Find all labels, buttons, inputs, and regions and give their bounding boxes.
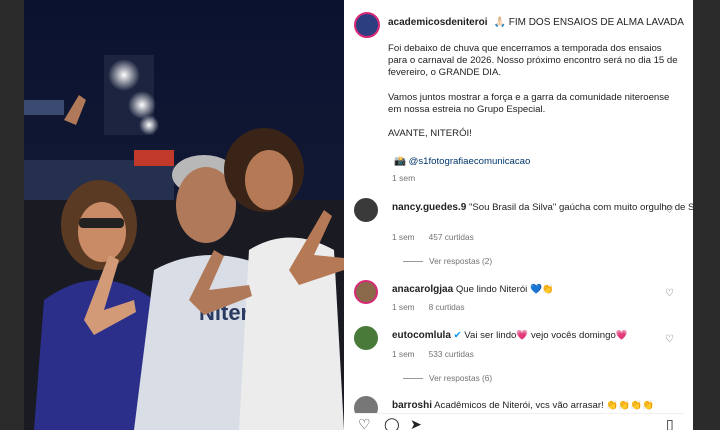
commenter-username[interactable]: nancy.guedes.9 [392, 202, 466, 213]
post-author-username[interactable]: academicosdeniteroi [388, 17, 487, 28]
comment-text: Vai ser lindo💗 vejo vocês domingo💗 [464, 330, 628, 341]
commenter-username[interactable]: eutocomlula [392, 330, 451, 341]
caption-paragraph: Foi debaixo de chuva que encerramos a te… [388, 43, 678, 79]
right-backdrop [693, 0, 720, 430]
commenter-avatar[interactable] [354, 326, 378, 350]
bookmark-icon[interactable]: ▯ [666, 416, 674, 430]
comment-time: 1 sem [392, 349, 415, 359]
comment-likes[interactable]: 8 curtidas [429, 302, 465, 312]
comment-text: Que lindo Niterói 💙👏 [455, 284, 554, 295]
comment-likes[interactable]: 457 curtidas [429, 232, 474, 242]
commenter-username[interactable]: barroshi [392, 400, 432, 411]
comment-meta: 1 sem 457 curtidas [392, 232, 488, 242]
view-replies-button[interactable]: Ver respostas (2) [403, 256, 492, 266]
photo-credit-link[interactable]: 📸 @s1fotografiaecomunicacao [394, 156, 530, 167]
caption-paragraph: AVANTE, NITERÓI! [388, 128, 472, 140]
comment-item: anacarolgjaa Que lindo Niterói 💙👏 1 sem 8… [354, 280, 684, 320]
post-timestamp: 1 sem [392, 173, 416, 183]
comment-time: 1 sem [392, 232, 415, 242]
left-backdrop [0, 0, 24, 430]
comment-meta: 1 sem 533 curtidas [392, 349, 488, 359]
share-icon[interactable]: ➤ [410, 416, 422, 430]
caption-header: academicosdeniteroi 🙏🏻 FIM DOS ENSAIOS DE… [388, 17, 684, 28]
commenter-avatar[interactable] [354, 280, 378, 304]
comment-body: barroshi Acadêmicos de Niterói, vcs vão … [392, 400, 654, 411]
comment-body: eutocomlula ✔ Vai ser lindo💗 vejo vocês … [392, 330, 628, 341]
view-replies-button[interactable]: Ver respostas (6) [403, 373, 492, 383]
comment-item: nancy.guedes.9 "Sou Brasil da Silva" gaú… [354, 198, 693, 270]
comment-likes[interactable]: 533 curtidas [429, 349, 474, 359]
view-replies-label: Ver respostas (6) [429, 373, 493, 383]
post-photo: Niter [24, 0, 344, 430]
commenter-avatar[interactable] [354, 198, 378, 222]
commenter-username[interactable]: anacarolgjaa [392, 284, 453, 295]
comment-item: barroshi Acadêmicos de Niterói, vcs vão … [354, 396, 684, 420]
heart-icon[interactable]: ♡ [665, 205, 674, 216]
post-action-bar: ♡ ◯ ➤ ▯ [354, 413, 684, 430]
view-replies-label: Ver respostas (2) [429, 256, 493, 266]
comment-body: anacarolgjaa Que lindo Niterói 💙👏 [392, 284, 554, 295]
post-author-avatar[interactable] [354, 12, 380, 38]
comment-icon[interactable]: ◯ [384, 416, 400, 430]
comment-time: 1 sem [392, 302, 415, 312]
post-title: 🙏🏻 FIM DOS ENSAIOS DE ALMA LAVADA [493, 17, 684, 28]
heart-icon[interactable]: ♡ [665, 334, 674, 345]
heart-icon[interactable]: ♡ [358, 416, 371, 430]
comment-meta: 1 sem 8 curtidas [392, 302, 479, 312]
comment-text: Acadêmicos de Niterói, vcs vão arrasar! … [434, 400, 655, 411]
caption-paragraph: Vamos juntos mostrar a força e a garra d… [388, 91, 670, 115]
post-caption: Foi debaixo de chuva que encerramos a te… [388, 43, 678, 153]
verified-badge-icon: ✔ [453, 330, 462, 341]
comment-body: nancy.guedes.9 "Sou Brasil da Silva" gaú… [392, 202, 693, 213]
comment-text: "Sou Brasil da Silva" gaúcha com muito o… [468, 202, 693, 213]
comment-item: eutocomlula ✔ Vai ser lindo💗 vejo vocês … [354, 326, 684, 386]
heart-icon[interactable]: ♡ [665, 288, 674, 299]
post-panel: academicosdeniteroi 🙏🏻 FIM DOS ENSAIOS DE… [344, 0, 693, 430]
